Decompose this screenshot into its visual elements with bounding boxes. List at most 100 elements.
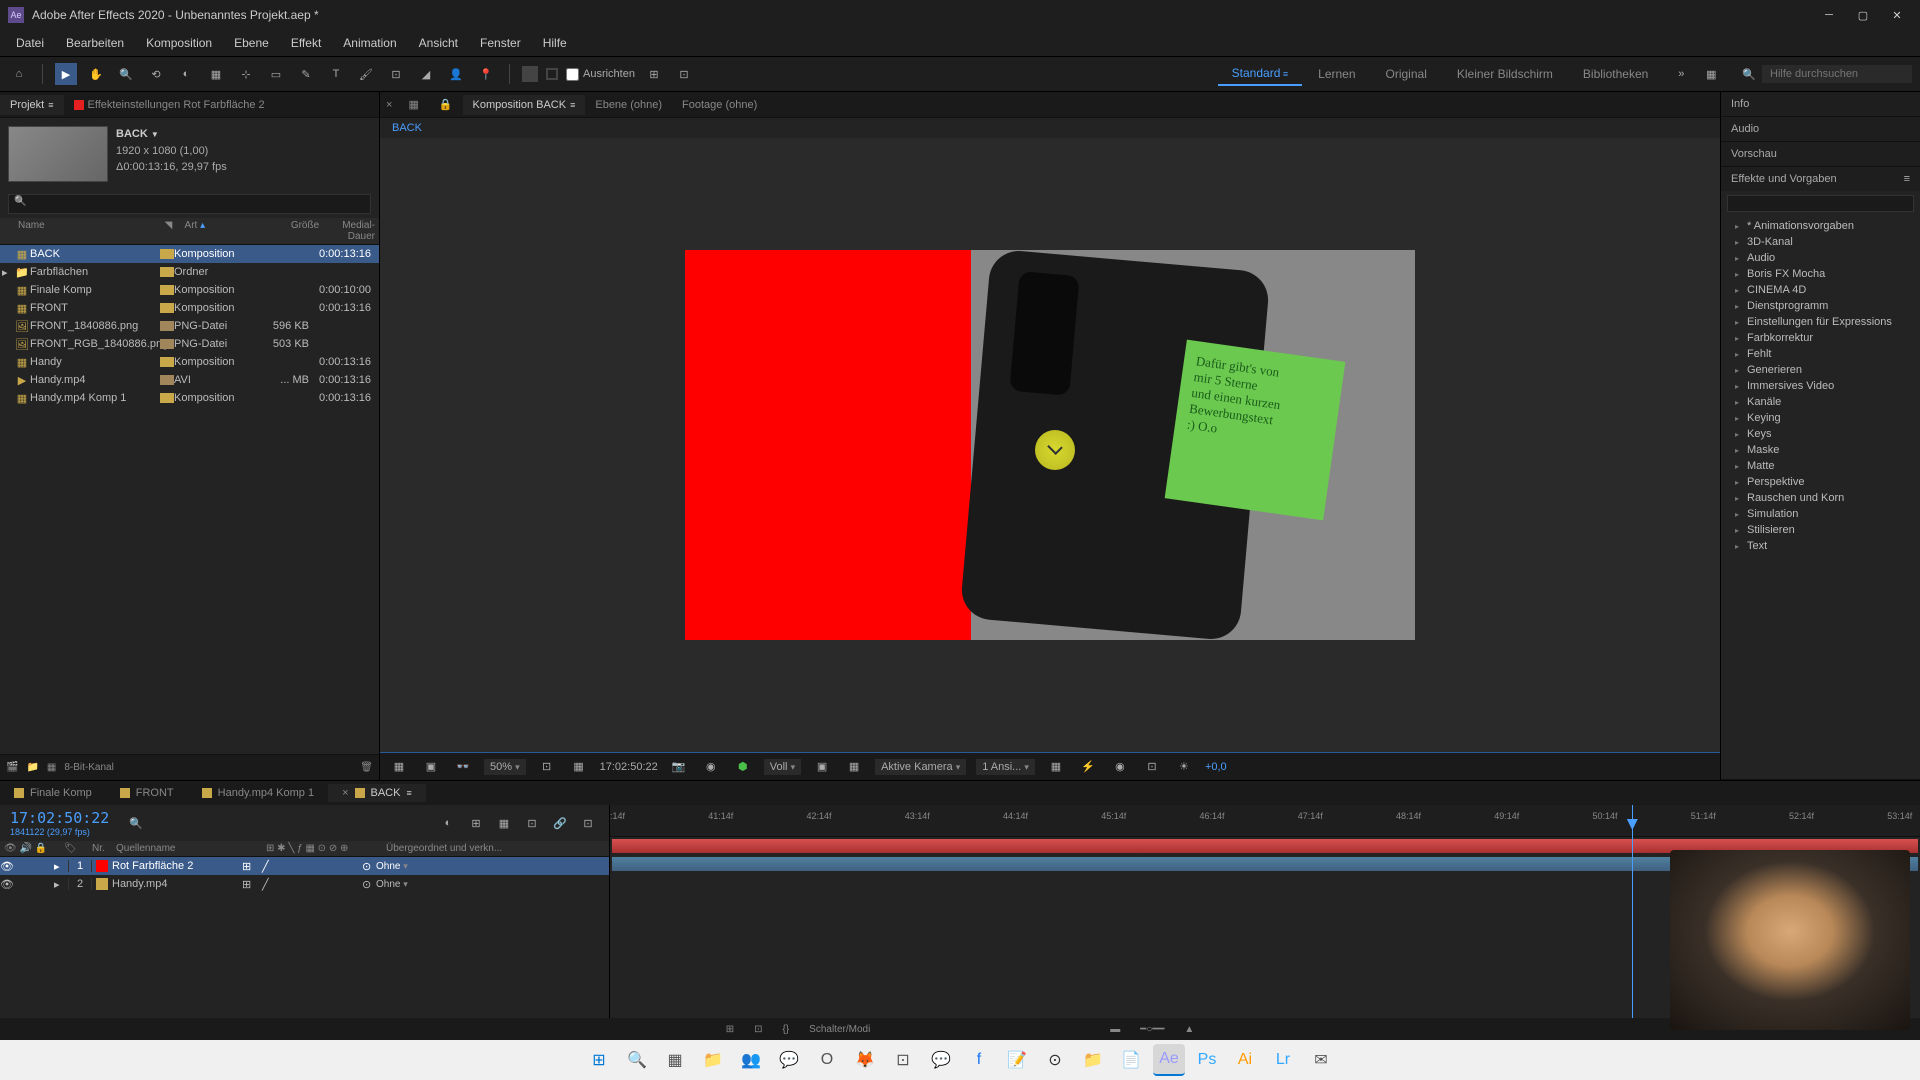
resolution-dropdown[interactable]: Voll ▾ bbox=[764, 759, 801, 775]
red-solid-layer[interactable] bbox=[685, 250, 971, 640]
interpret-icon[interactable]: 🎬 bbox=[6, 762, 18, 773]
ruler-tick[interactable]: 44:14f bbox=[1003, 811, 1028, 821]
brush-tool[interactable]: 🖌 bbox=[355, 63, 377, 85]
preset-category[interactable]: Kanäle bbox=[1721, 394, 1920, 410]
taskbar-firefox[interactable]: 🦊 bbox=[849, 1044, 881, 1076]
workspace-original[interactable]: Original bbox=[1372, 63, 1441, 85]
preset-category[interactable]: Simulation bbox=[1721, 506, 1920, 522]
project-search-input[interactable] bbox=[8, 194, 371, 214]
workspace-standard[interactable]: Standard ≡ bbox=[1218, 62, 1302, 86]
viewer[interactable]: Dafür gibt's von mir 5 Sterne und einen … bbox=[380, 138, 1720, 752]
preset-category[interactable]: Keys bbox=[1721, 426, 1920, 442]
ruler-tick[interactable]: 41:14f bbox=[708, 811, 733, 821]
alpha-icon[interactable]: ▦ bbox=[388, 756, 410, 778]
effects-search-input[interactable] bbox=[1727, 195, 1914, 212]
bpc-label[interactable]: 8-Bit-Kanal bbox=[64, 762, 113, 773]
ruler-tick[interactable]: 51:14f bbox=[1691, 811, 1716, 821]
preset-category[interactable]: Rauschen und Korn bbox=[1721, 490, 1920, 506]
col-name[interactable]: Name bbox=[0, 220, 165, 242]
workspace-reset-icon[interactable]: ▦ bbox=[1700, 63, 1722, 85]
preset-category[interactable]: Text bbox=[1721, 538, 1920, 554]
col-tag[interactable]: ◥ bbox=[165, 220, 185, 242]
close-button[interactable]: ✕ bbox=[1890, 8, 1904, 22]
preset-category[interactable]: Einstellungen für Expressions bbox=[1721, 314, 1920, 330]
preset-category[interactable]: CINEMA 4D bbox=[1721, 282, 1920, 298]
stamp-tool[interactable]: ⊡ bbox=[385, 63, 407, 85]
preset-category[interactable]: Immersives Video bbox=[1721, 378, 1920, 394]
help-search-input[interactable] bbox=[1762, 65, 1912, 83]
ruler-tick[interactable]: 50:14f bbox=[1593, 811, 1618, 821]
mask-icon[interactable]: 👓 bbox=[452, 756, 474, 778]
zoom-dropdown[interactable]: 50% ▾ bbox=[484, 759, 526, 775]
shape-tool[interactable]: ▭ bbox=[265, 63, 287, 85]
taskbar-text[interactable]: 📄 bbox=[1115, 1044, 1147, 1076]
taskbar-ai[interactable]: Ai bbox=[1229, 1044, 1261, 1076]
preset-category[interactable]: Stilisieren bbox=[1721, 522, 1920, 538]
col-art[interactable]: Art ▴ bbox=[185, 220, 265, 242]
col-duration[interactable]: Medial-Dauer bbox=[319, 220, 379, 242]
zoom-tool[interactable]: 🔍 bbox=[115, 63, 137, 85]
text-tool[interactable]: T bbox=[325, 63, 347, 85]
minimize-button[interactable]: ─ bbox=[1822, 8, 1836, 22]
show-snapshot-icon[interactable]: ◉ bbox=[700, 756, 722, 778]
comp-tab[interactable]: Komposition BACK ≡ bbox=[463, 95, 586, 115]
exposure-value[interactable]: +0,0 bbox=[1205, 761, 1227, 773]
ruler-tick[interactable]: 53:14f bbox=[1887, 811, 1912, 821]
taskbar-facebook[interactable]: f bbox=[963, 1044, 995, 1076]
col-parent[interactable]: Übergeordnet und verkn... bbox=[386, 843, 526, 854]
tl-toggle1[interactable]: ⊞ bbox=[726, 1024, 734, 1035]
fill-swatch[interactable] bbox=[522, 66, 538, 82]
preset-category[interactable]: Audio bbox=[1721, 250, 1920, 266]
taskbar-mail[interactable]: ✉ bbox=[1305, 1044, 1337, 1076]
menu-ansicht[interactable]: Ansicht bbox=[409, 33, 468, 53]
tab-effect-controls[interactable]: Effekteinstellungen Rot Farbfläche 2 bbox=[64, 95, 275, 115]
menu-bearbeiten[interactable]: Bearbeiten bbox=[56, 33, 134, 53]
tl-toggle2[interactable]: ⊡ bbox=[754, 1024, 762, 1035]
taskbar-explorer[interactable]: 📁 bbox=[697, 1044, 729, 1076]
tl-zoom-in[interactable]: ▲ bbox=[1184, 1024, 1194, 1035]
stroke-swatch[interactable] bbox=[546, 68, 558, 80]
rotate-tool[interactable]: ◐ bbox=[175, 63, 197, 85]
ruler-tick[interactable]: 52:14f bbox=[1789, 811, 1814, 821]
preset-category[interactable]: Farbkorrektur bbox=[1721, 330, 1920, 346]
taskbar-obs[interactable]: ⊙ bbox=[1039, 1044, 1071, 1076]
tl-tool1[interactable]: ◐ bbox=[437, 812, 459, 834]
tl-zoom-slider[interactable]: ━○━━ bbox=[1140, 1024, 1164, 1035]
tl-tool5[interactable]: 🔗 bbox=[549, 812, 571, 834]
tl-tool2[interactable]: ⊞ bbox=[465, 812, 487, 834]
tl-tool3[interactable]: ▦ bbox=[493, 812, 515, 834]
roto-tool[interactable]: 👤 bbox=[445, 63, 467, 85]
align-checkbox[interactable] bbox=[566, 68, 579, 81]
exposure-icon[interactable]: ☀ bbox=[1173, 756, 1195, 778]
preset-category[interactable]: * Animationsvorgaben bbox=[1721, 218, 1920, 234]
trash-icon[interactable]: 🗑 bbox=[360, 762, 373, 773]
audio-panel-header[interactable]: Audio bbox=[1721, 117, 1920, 141]
timeline-tab[interactable]: × BACK ≡ bbox=[328, 784, 426, 802]
home-tool[interactable]: ⌂ bbox=[8, 63, 30, 85]
snapshot-icon[interactable]: 📷 bbox=[668, 756, 690, 778]
timeline-tab[interactable]: Handy.mp4 Komp 1 bbox=[188, 784, 328, 802]
orbit-tool[interactable]: ⟲ bbox=[145, 63, 167, 85]
menu-animation[interactable]: Animation bbox=[333, 33, 406, 53]
preset-category[interactable]: Keying bbox=[1721, 410, 1920, 426]
preset-category[interactable]: 3D-Kanal bbox=[1721, 234, 1920, 250]
project-item[interactable]: ▦FRONTKomposition0:00:13:16 bbox=[0, 299, 379, 317]
taskbar-messenger[interactable]: 💬 bbox=[925, 1044, 957, 1076]
ruler-tick[interactable]: 46:14f bbox=[1200, 811, 1225, 821]
snap2-icon[interactable]: ⊡ bbox=[673, 63, 695, 85]
info-panel-header[interactable]: Info bbox=[1721, 92, 1920, 116]
taskbar-app1[interactable]: ⊡ bbox=[887, 1044, 919, 1076]
playhead[interactable] bbox=[1632, 805, 1633, 1018]
preset-category[interactable]: Generieren bbox=[1721, 362, 1920, 378]
ruler-tick[interactable]: 43:14f bbox=[905, 811, 930, 821]
3d-icon[interactable]: ◉ bbox=[1109, 756, 1131, 778]
hand-tool[interactable]: ✋ bbox=[85, 63, 107, 85]
taskbar-whatsapp[interactable]: 💬 bbox=[773, 1044, 805, 1076]
col-sourcename[interactable]: Quellenname bbox=[116, 843, 266, 854]
menu-komposition[interactable]: Komposition bbox=[136, 33, 222, 53]
workspace-kleiner bildschirm[interactable]: Kleiner Bildschirm bbox=[1443, 63, 1567, 85]
timeline-timecode[interactable]: 17:02:50:22 bbox=[10, 809, 109, 827]
pen-tool[interactable]: ✎ bbox=[295, 63, 317, 85]
render-icon[interactable]: ⊡ bbox=[1141, 756, 1163, 778]
ruler-tick[interactable]: 42:14f bbox=[807, 811, 832, 821]
